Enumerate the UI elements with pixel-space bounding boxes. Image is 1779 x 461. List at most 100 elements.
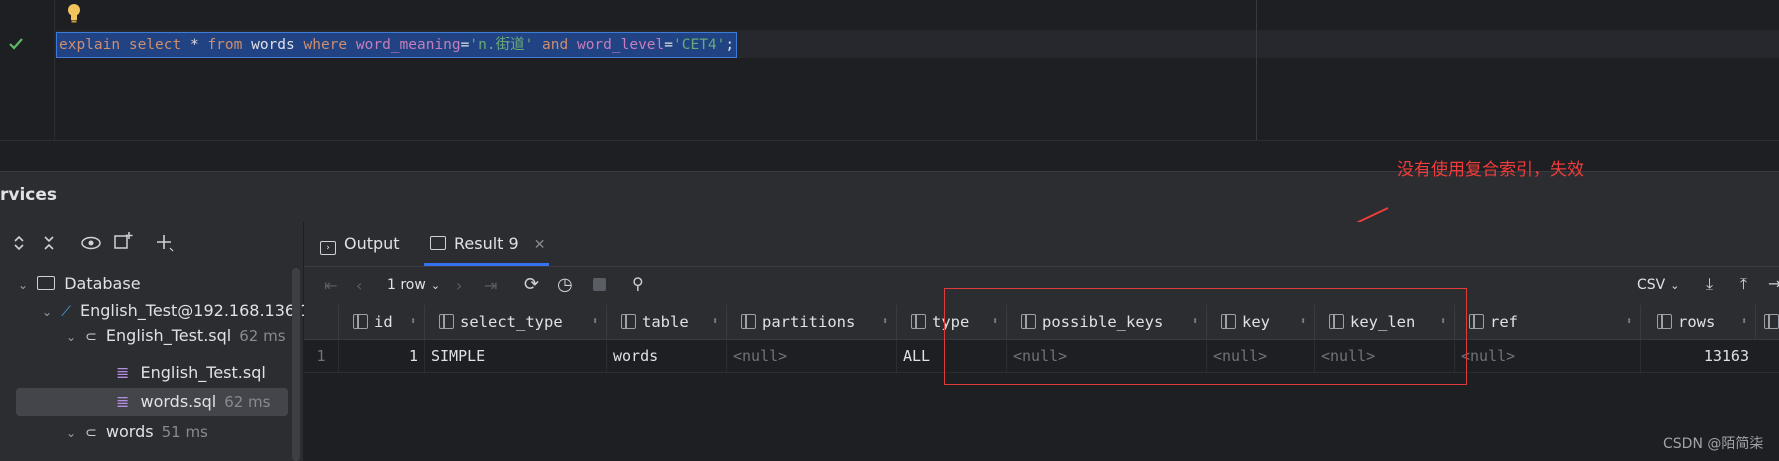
- sql-editor[interactable]: [0, 0, 1779, 140]
- sort-icon[interactable]: ⬍: [1626, 305, 1632, 339]
- tree-item-label: Database: [64, 274, 141, 293]
- tab-result[interactable]: Result 9 ✕: [430, 222, 546, 266]
- stop-icon[interactable]: [593, 278, 606, 291]
- row-number: 1: [316, 347, 326, 365]
- tree-item-label: words: [105, 422, 154, 441]
- tab-result-label: Result 9: [454, 234, 519, 253]
- tree-item-file[interactable]: ≣ English_Test.sql: [116, 359, 266, 387]
- sql-column: word_level: [576, 37, 665, 53]
- add-icon[interactable]: [154, 232, 176, 254]
- column-header-table[interactable]: table ⬍: [606, 305, 726, 339]
- last-page-icon[interactable]: ⇥: [484, 276, 497, 295]
- chevron-down-icon[interactable]: ⌄: [42, 298, 56, 326]
- column-icon: [1764, 314, 1779, 329]
- column-label: rows: [1678, 313, 1716, 331]
- cell-rows[interactable]: 13163: [1640, 340, 1755, 372]
- sql-semicolon: ;: [725, 37, 735, 53]
- terminal-icon: ›: [320, 241, 336, 255]
- cell-ref[interactable]: <null>: [1454, 340, 1640, 372]
- sql-star: *: [189, 37, 199, 53]
- tree-item-time: 51 ms: [161, 423, 208, 441]
- cell-select-type[interactable]: SIMPLE: [424, 340, 606, 372]
- upload-icon[interactable]: ⤒: [1740, 274, 1747, 294]
- row-count-dropdown[interactable]: 1 row ⌄: [387, 277, 440, 293]
- sort-icon[interactable]: ⬍: [1741, 305, 1747, 339]
- sort-icon[interactable]: ⬍: [592, 305, 598, 339]
- sort-icon[interactable]: ⬍: [410, 305, 416, 339]
- export-format-label: CSV: [1637, 277, 1666, 293]
- download-icon[interactable]: ⤓: [1706, 274, 1713, 294]
- clock-icon[interactable]: ◷: [557, 274, 573, 295]
- tree-item-label: English_Test.sql: [140, 363, 266, 382]
- sql-string: 'CET4': [673, 37, 726, 53]
- column-header-id[interactable]: id ⬍: [338, 305, 424, 339]
- new-session-icon[interactable]: [112, 230, 134, 252]
- tree-item-time: 62 ms: [239, 327, 286, 345]
- sql-operator: =: [664, 37, 674, 53]
- chevron-down-icon[interactable]: ⌄: [66, 419, 80, 447]
- sql-table: words: [251, 37, 295, 53]
- column-label: id: [374, 313, 393, 331]
- tree-item-file-selected[interactable]: ≣ words.sql 62 ms: [116, 388, 270, 416]
- tree-scrollbar[interactable]: [292, 268, 300, 461]
- first-page-icon[interactable]: ⇤: [324, 276, 337, 295]
- sql-column: word_meaning: [355, 37, 461, 53]
- sql-statement[interactable]: explain select * from words where word_m…: [56, 32, 738, 58]
- export-format-dropdown[interactable]: CSV ⌄: [1637, 277, 1679, 293]
- sort-icon[interactable]: ⬍: [882, 305, 888, 339]
- sort-icon[interactable]: ⬍: [712, 305, 718, 339]
- column-header-ref[interactable]: ref ⬍: [1454, 305, 1640, 339]
- column-icon: [911, 314, 926, 329]
- watermark: CSDN @陌简柒: [1663, 436, 1764, 452]
- pin-icon[interactable]: ⚲: [632, 274, 644, 293]
- expand-all-icon[interactable]: [8, 232, 30, 254]
- column-label: ref: [1490, 313, 1518, 331]
- column-label: partitions: [762, 313, 856, 331]
- close-icon[interactable]: ✕: [534, 237, 546, 253]
- column-icon: [353, 314, 368, 329]
- chevron-down-icon[interactable]: ⌄: [66, 323, 80, 351]
- chevron-down-icon: ⌄: [1670, 279, 1680, 292]
- editor-gutter: [0, 0, 55, 140]
- more-icon[interactable]: →: [1768, 274, 1779, 293]
- mysql-icon: ⟋: [61, 304, 71, 320]
- column-header-select-type[interactable]: select_type ⬍: [424, 305, 606, 339]
- active-tab-indicator: [424, 263, 549, 266]
- tree-item-label: words.sql: [140, 392, 217, 411]
- tree-item-connection[interactable]: ⌄ ⟋ English_Test@192.168.136.1: [42, 297, 310, 325]
- cell-id[interactable]: 1: [338, 340, 424, 372]
- services-title: rvices: [0, 185, 58, 205]
- column-header-rows[interactable]: rows ⬍: [1640, 305, 1755, 339]
- column-icon: [741, 314, 756, 329]
- database-icon: ≣: [116, 392, 130, 411]
- eye-icon[interactable]: [80, 232, 102, 254]
- column-icon: [439, 314, 454, 329]
- prev-page-icon[interactable]: ‹: [356, 276, 362, 295]
- tree-item-database[interactable]: ⌄ Database: [18, 270, 141, 298]
- sql-keyword: select: [128, 37, 182, 53]
- sql-string: 'n.街道': [469, 37, 534, 53]
- tree-item-session[interactable]: ⌄ ⊂ English_Test.sql 62 ms: [66, 322, 286, 350]
- lightbulb-icon[interactable]: [66, 2, 82, 24]
- column-header-partitions[interactable]: partitions ⬍: [726, 305, 896, 339]
- folder-icon: [37, 276, 56, 290]
- cell-partitions[interactable]: <null>: [726, 340, 896, 372]
- chevron-down-icon: ⌄: [430, 279, 441, 292]
- database-icon: ≣: [116, 363, 130, 382]
- tree-item-label: English_Test@192.168.136.1: [80, 301, 311, 320]
- cell-table[interactable]: words: [606, 340, 726, 372]
- column-header-extra[interactable]: [1755, 305, 1779, 339]
- next-page-icon[interactable]: ›: [456, 276, 462, 295]
- tree-item-label: English_Test.sql: [105, 326, 232, 345]
- tab-output-label: Output: [344, 234, 400, 253]
- sql-keyword: explain: [59, 37, 121, 53]
- table-icon: [430, 236, 446, 250]
- collapse-all-icon[interactable]: [38, 232, 60, 254]
- column-icon: [1469, 314, 1484, 329]
- column-icon: [621, 314, 636, 329]
- column-icon: [1657, 314, 1672, 329]
- tree-item-words-session[interactable]: ⌄ ⊂ words 51 ms: [66, 418, 208, 446]
- refresh-icon[interactable]: ⟳: [524, 274, 539, 295]
- chevron-down-icon[interactable]: ⌄: [18, 271, 32, 299]
- tab-output[interactable]: › Output: [320, 222, 400, 266]
